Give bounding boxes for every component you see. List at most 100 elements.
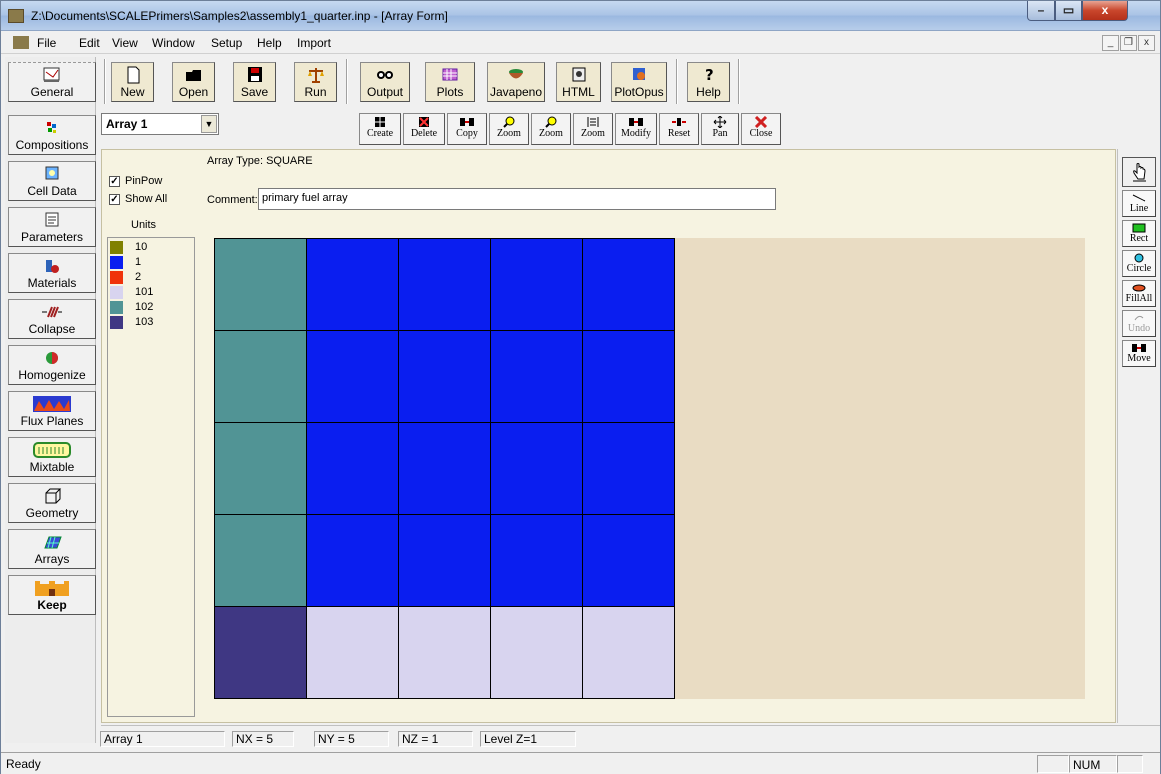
array-cell[interactable] (306, 330, 399, 423)
array-cell[interactable] (490, 606, 583, 699)
minimize-button[interactable]: – (1027, 1, 1055, 21)
unit-color-swatch (110, 286, 123, 299)
array-cell[interactable] (490, 514, 583, 607)
pan-button[interactable]: Pan (701, 113, 739, 145)
pan-label: Pan (712, 128, 728, 139)
array-cell[interactable] (398, 330, 491, 423)
new-button-label: New (120, 85, 145, 99)
copy-grid-icon (460, 118, 474, 126)
circle-tool-button[interactable]: Circle (1122, 250, 1156, 277)
array-cell[interactable] (214, 514, 307, 607)
unit-label: 101 (135, 286, 154, 298)
reset-button[interactable]: Reset (659, 113, 699, 145)
undo-tool-button[interactable]: Undo (1122, 310, 1156, 337)
line-icon (1132, 194, 1146, 202)
zoom-in-button[interactable]: Zoom (489, 113, 529, 145)
array-cell[interactable] (214, 330, 307, 423)
menu-setup[interactable]: Setup (211, 36, 242, 50)
maximize-button[interactable]: ▭ (1055, 1, 1082, 21)
modify-button[interactable]: Modify (615, 113, 657, 145)
unit-label: 102 (135, 301, 154, 313)
menu-window[interactable]: Window (152, 36, 195, 50)
ny-field: NY = 5 (314, 731, 389, 747)
array-cell[interactable] (398, 238, 491, 331)
geometry-icon (45, 488, 62, 504)
app-icon (8, 9, 24, 23)
move-tool-button[interactable]: Move (1122, 340, 1156, 367)
array-cell[interactable] (398, 606, 491, 699)
sidebar-item-label: Keep (37, 598, 67, 612)
comment-input[interactable]: primary fuel array (258, 188, 776, 210)
menu-help[interactable]: Help (257, 36, 282, 50)
run-button[interactable]: Run (294, 62, 337, 102)
create-array-button[interactable]: Create (359, 113, 401, 145)
sidebar-item-collapse[interactable]: Collapse (8, 299, 96, 339)
menu-edit[interactable]: Edit (79, 36, 100, 50)
array-cell[interactable] (582, 422, 675, 515)
array-cell[interactable] (582, 330, 675, 423)
parameters-icon (45, 212, 59, 227)
sidebar-item-compositions[interactable]: Compositions (8, 115, 96, 155)
sidebar-item-general[interactable]: General (8, 62, 96, 102)
delete-array-button[interactable]: Delete (403, 113, 445, 145)
array-cell[interactable] (306, 238, 399, 331)
line-tool-button[interactable]: Line (1122, 190, 1156, 217)
sidebar-item-cell-data[interactable]: Cell Data (8, 161, 96, 201)
save-button[interactable]: Save (233, 62, 276, 102)
sidebar-item-parameters[interactable]: Parameters (8, 207, 96, 247)
sidebar-item-geometry[interactable]: Geometry (8, 483, 96, 523)
array-cell[interactable] (582, 606, 675, 699)
menu-file[interactable]: File (37, 36, 56, 50)
modify-label: Modify (621, 128, 651, 139)
fill-all-tool-button[interactable]: FillAll (1122, 280, 1156, 307)
mdi-restore-button[interactable]: ❐ (1120, 35, 1137, 51)
mdi-minimize-button[interactable]: _ (1102, 35, 1119, 51)
document-icon[interactable] (13, 36, 29, 49)
array-cell[interactable] (214, 606, 307, 699)
array-cell[interactable] (582, 514, 675, 607)
array-cell[interactable] (490, 238, 583, 331)
plotopus-button[interactable]: PlotOpus (611, 62, 667, 102)
menu-bar: File Edit View Window Setup Help Import (1, 32, 1160, 54)
menu-view[interactable]: View (112, 36, 138, 50)
array-cell[interactable] (306, 514, 399, 607)
output-button[interactable]: Output (360, 62, 410, 102)
show-all-checkbox[interactable]: ✓ (109, 194, 120, 205)
array-cell[interactable] (582, 238, 675, 331)
html-button[interactable]: HTML (556, 62, 601, 102)
array-cell[interactable] (214, 238, 307, 331)
new-button[interactable]: New (111, 62, 154, 102)
array-cell[interactable] (490, 422, 583, 515)
sidebar-item-mixtable[interactable]: Mixtable (8, 437, 96, 477)
array-cell[interactable] (214, 422, 307, 515)
sidebar-item-label: Parameters (20, 230, 84, 244)
chevron-down-icon[interactable]: ▼ (201, 115, 217, 133)
array-cell[interactable] (398, 422, 491, 515)
close-window-button[interactable]: x (1082, 1, 1128, 21)
pointer-tool-button[interactable] (1122, 157, 1156, 187)
javapeno-button[interactable]: Javapeno (487, 62, 545, 102)
open-button[interactable]: Open (172, 62, 215, 102)
array-cell[interactable] (490, 330, 583, 423)
array-cell[interactable] (306, 606, 399, 699)
modify-icon (629, 118, 643, 126)
mdi-close-button[interactable]: x (1138, 35, 1155, 51)
close-form-button[interactable]: Close (741, 113, 781, 145)
menu-import[interactable]: Import (297, 36, 331, 50)
sidebar-item-keep[interactable]: Keep (8, 575, 96, 615)
sidebar-item-flux-planes[interactable]: Flux Planes (8, 391, 96, 431)
array-cell[interactable] (306, 422, 399, 515)
rect-tool-button[interactable]: Rect (1122, 220, 1156, 247)
sidebar-item-arrays[interactable]: Arrays (8, 529, 96, 569)
copy-array-button[interactable]: Copy (447, 113, 487, 145)
array-select[interactable]: Array 1 ▼ (101, 113, 219, 135)
plots-button[interactable]: Plots (425, 62, 475, 102)
pinpow-checkbox[interactable]: ✓ (109, 176, 120, 187)
sidebar-item-homogenize[interactable]: Homogenize (8, 345, 96, 385)
array-cell[interactable] (398, 514, 491, 607)
help-button[interactable]: ? Help (687, 62, 730, 102)
close-x-icon (754, 116, 768, 128)
sidebar-item-materials[interactable]: Materials (8, 253, 96, 293)
zoom-out-button[interactable]: Zoom (531, 113, 571, 145)
zoom-fit-button[interactable]: Zoom (573, 113, 613, 145)
